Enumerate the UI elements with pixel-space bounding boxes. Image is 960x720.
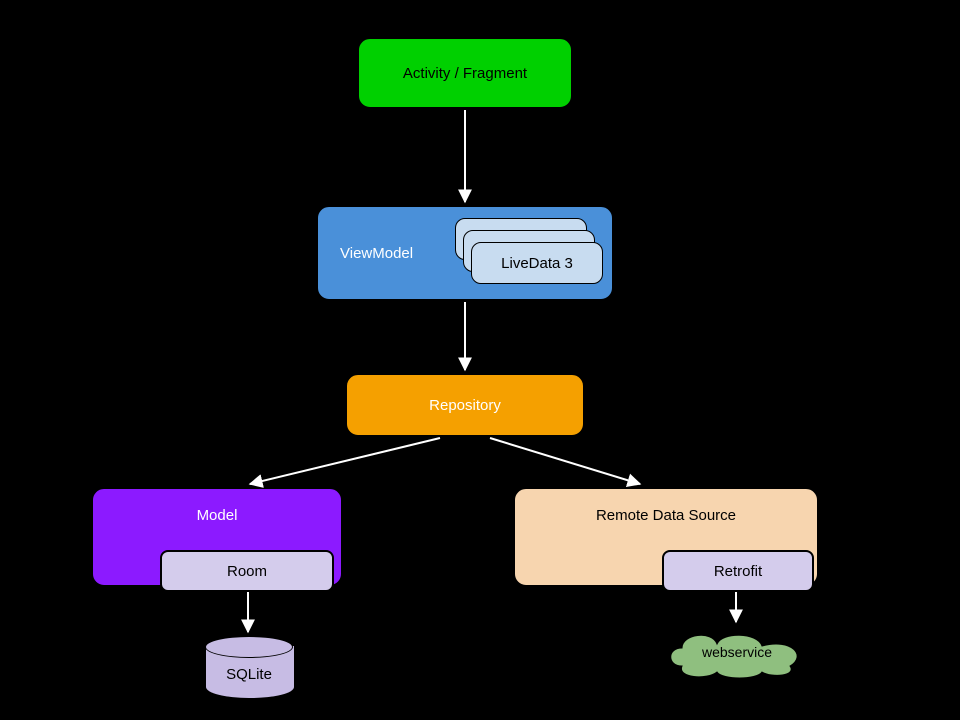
node-viewmodel-label: ViewModel: [340, 245, 413, 262]
node-room: Room: [160, 550, 334, 592]
edge-repository-remote: [490, 438, 640, 484]
cylinder-top: [205, 636, 293, 658]
node-livedata-label: LiveData 3: [501, 255, 573, 272]
edges-layer: [0, 0, 960, 720]
node-room-label: Room: [227, 563, 267, 580]
edge-repository-model: [250, 438, 440, 484]
node-activity: Activity / Fragment: [358, 38, 572, 108]
node-retrofit: Retrofit: [662, 550, 814, 592]
node-webservice-label: webservice: [662, 644, 812, 660]
node-sqlite: SQLite: [205, 636, 293, 698]
node-sqlite-label: SQLite: [205, 666, 293, 683]
node-repository: Repository: [346, 374, 584, 436]
node-webservice: webservice: [662, 626, 812, 678]
node-retrofit-label: Retrofit: [714, 563, 762, 580]
node-livedata: LiveData 3: [471, 242, 603, 284]
node-remote-label: Remote Data Source: [515, 507, 817, 524]
node-model-label: Model: [93, 507, 341, 524]
node-repository-label: Repository: [429, 397, 501, 414]
node-activity-label: Activity / Fragment: [403, 65, 527, 82]
